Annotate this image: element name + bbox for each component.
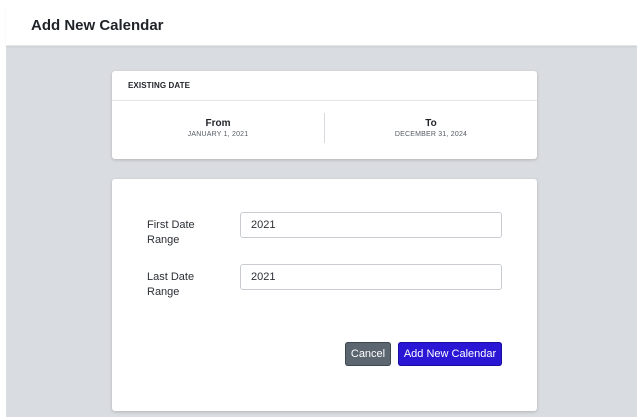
existing-date-header: EXISTING DATE bbox=[112, 71, 537, 101]
existing-date-heading: EXISTING DATE bbox=[128, 81, 191, 90]
last-date-range-input[interactable] bbox=[240, 264, 502, 290]
from-value: JANUARY 1, 2021 bbox=[187, 131, 249, 138]
last-date-range-label: Last Date Range bbox=[147, 271, 195, 298]
new-calendar-form-card: First Date Range Last Date Range Cancel … bbox=[112, 179, 537, 411]
to-value: DECEMBER 31, 2024 bbox=[394, 131, 468, 138]
window-left-edge bbox=[0, 0, 6, 417]
existing-to-column: To DECEMBER 31, 2024 bbox=[325, 101, 537, 159]
first-date-range-label: First Date Range bbox=[147, 219, 195, 246]
page-header: Add New Calendar bbox=[6, 6, 637, 46]
cancel-button[interactable]: Cancel bbox=[345, 342, 391, 366]
page-title: Add New Calendar bbox=[31, 17, 164, 34]
existing-date-card: EXISTING DATE From JANUARY 1, 2021 To DE… bbox=[112, 71, 537, 159]
to-label: To bbox=[425, 118, 437, 129]
from-label: From bbox=[205, 118, 231, 129]
existing-from-column: From JANUARY 1, 2021 bbox=[112, 101, 324, 159]
first-date-range-input[interactable] bbox=[240, 212, 502, 238]
add-new-calendar-button[interactable]: Add New Calendar bbox=[398, 342, 502, 366]
